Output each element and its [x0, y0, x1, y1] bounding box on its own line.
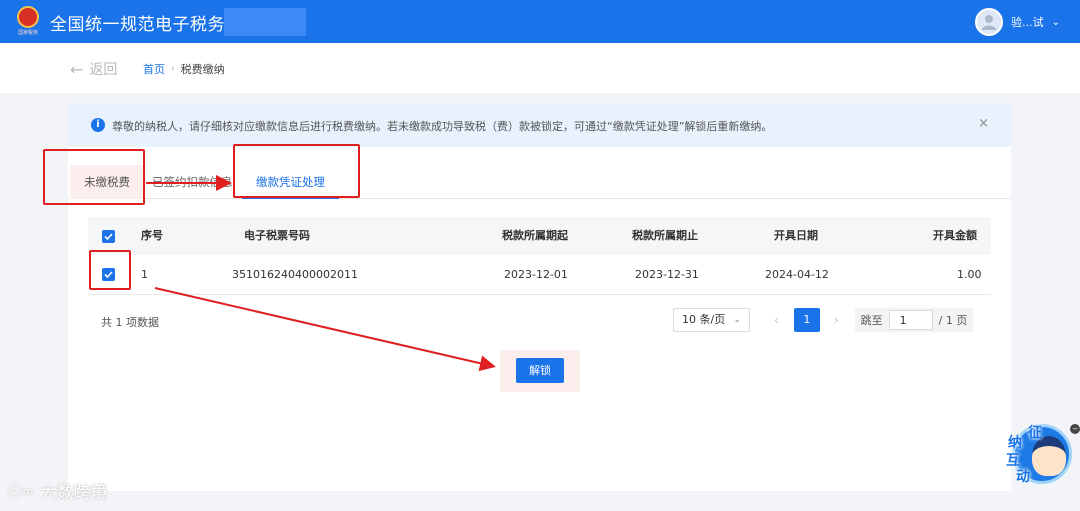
jump-page-input[interactable]	[888, 310, 933, 330]
chevron-down-icon[interactable]: ⌄	[1052, 17, 1060, 28]
breadcrumb-home[interactable]: 首页	[143, 61, 165, 77]
notice-banner: i 尊敬的纳税人，请仔细核对应缴款信息后进行税费缴纳。若未缴款成功导致税（费）款…	[68, 103, 1011, 147]
table-header: 序号 电子税票号码 税款所属期起 税款所属期止 开具日期 开具金额	[88, 217, 991, 255]
back-button[interactable]: ← 返回	[70, 59, 117, 79]
mascot-assistant[interactable]: 征 纳 互 动 −	[1004, 424, 1080, 486]
cell-index: 1	[141, 268, 148, 281]
emblem-text: 国家税务	[17, 30, 38, 36]
arrow-left-icon: ←	[70, 59, 84, 79]
mascot-char: 纳	[1008, 435, 1022, 451]
user-icon	[982, 15, 997, 30]
breadcrumb: 首页 › 税费缴纳	[143, 61, 225, 77]
col-header-amount: 开具金额	[933, 229, 977, 242]
page-jumper: 跳至 / 1 页	[854, 308, 974, 332]
cell-period-start: 2023-12-01	[504, 268, 568, 281]
tab-signed-deduction[interactable]: 已签约扣款信息	[138, 165, 247, 199]
content-panel: i 尊敬的纳税人，请仔细核对应缴款信息后进行税费缴纳。若未缴款成功导致税（费）款…	[68, 103, 1011, 491]
user-name[interactable]: 验...试	[1011, 14, 1044, 30]
redacted-region	[224, 8, 306, 36]
check-icon	[104, 233, 113, 241]
page-size-value: 10 条/页	[682, 313, 726, 326]
jump-label: 跳至	[860, 314, 883, 327]
annotation-box-voucher-tab	[233, 144, 360, 198]
emblem-icon	[17, 6, 39, 28]
mascot-char: 征	[1028, 425, 1042, 441]
back-label: 返回	[89, 62, 118, 78]
unlock-button[interactable]: 解锁	[516, 358, 564, 383]
annotation-box-row-checkbox	[89, 250, 131, 290]
col-header-period-start: 税款所属期起	[502, 229, 568, 242]
tab-bar: 未缴税费 已签约扣款信息 缴款凭证处理	[68, 157, 1011, 199]
col-header-period-end: 税款所属期止	[632, 229, 698, 242]
app-title: 全国统一规范电子税务局	[50, 15, 243, 35]
total-count: 共 1 项数据	[101, 316, 159, 329]
pagination: 10 条/页 ⌄ ‹ 1 › 跳至 / 1 页	[673, 307, 974, 333]
top-bar: 国家税务 全国统一规范电子税务局 验...试 ⌄	[0, 0, 1080, 43]
next-page-button[interactable]: ›	[834, 313, 839, 327]
notice-text: 尊敬的纳税人，请仔细核对应缴款信息后进行税费缴纳。若未缴款成功导致税（费）款被锁…	[112, 120, 773, 133]
cell-issue-date: 2024-04-12	[765, 268, 829, 281]
col-header-ticket-no: 电子税票号码	[244, 229, 310, 242]
unlock-highlight: 解锁	[500, 350, 580, 392]
close-icon[interactable]: ×	[978, 116, 989, 131]
watermark-text: 大数跨境	[39, 483, 108, 503]
avatar[interactable]	[975, 8, 1004, 36]
annotation-box-unpaid-tab	[43, 149, 145, 205]
table-row[interactable]: 1 351016240400002011 2023-12-01 2023-12-…	[88, 255, 991, 295]
cell-period-end: 2023-12-31	[635, 268, 699, 281]
prev-page-button[interactable]: ‹	[774, 313, 779, 327]
total-pages: / 1 页	[938, 314, 968, 327]
cell-amount: 1.00	[957, 268, 982, 281]
nav-bar: ← 返回 首页 › 税费缴纳	[0, 43, 1080, 93]
mascot-char: 动	[1016, 469, 1030, 485]
select-all-checkbox[interactable]	[102, 230, 115, 243]
page-size-select[interactable]: 10 条/页 ⌄	[673, 308, 750, 332]
col-header-index: 序号	[141, 229, 163, 242]
mascot-character-icon	[1032, 436, 1066, 476]
user-menu[interactable]: 验...试 ⌄	[975, 8, 1060, 36]
tax-emblem-logo[interactable]: 国家税务	[14, 6, 42, 38]
breadcrumb-current: 税费缴纳	[180, 63, 225, 76]
cell-ticket-no: 351016240400002011	[232, 268, 358, 281]
chevron-right-icon: ›	[171, 64, 175, 74]
info-icon: i	[91, 118, 105, 132]
page-number-current[interactable]: 1	[793, 308, 820, 332]
watermark-logo: ⓒ∞	[8, 483, 34, 500]
chevron-down-icon: ⌄	[733, 315, 741, 325]
mascot-close-icon[interactable]: −	[1070, 424, 1080, 434]
voucher-table: 序号 电子税票号码 税款所属期起 税款所属期止 开具日期 开具金额 1 3510…	[88, 217, 991, 295]
watermark: ⓒ∞ 大数跨境	[8, 478, 108, 503]
col-header-issue-date: 开具日期	[774, 229, 818, 242]
